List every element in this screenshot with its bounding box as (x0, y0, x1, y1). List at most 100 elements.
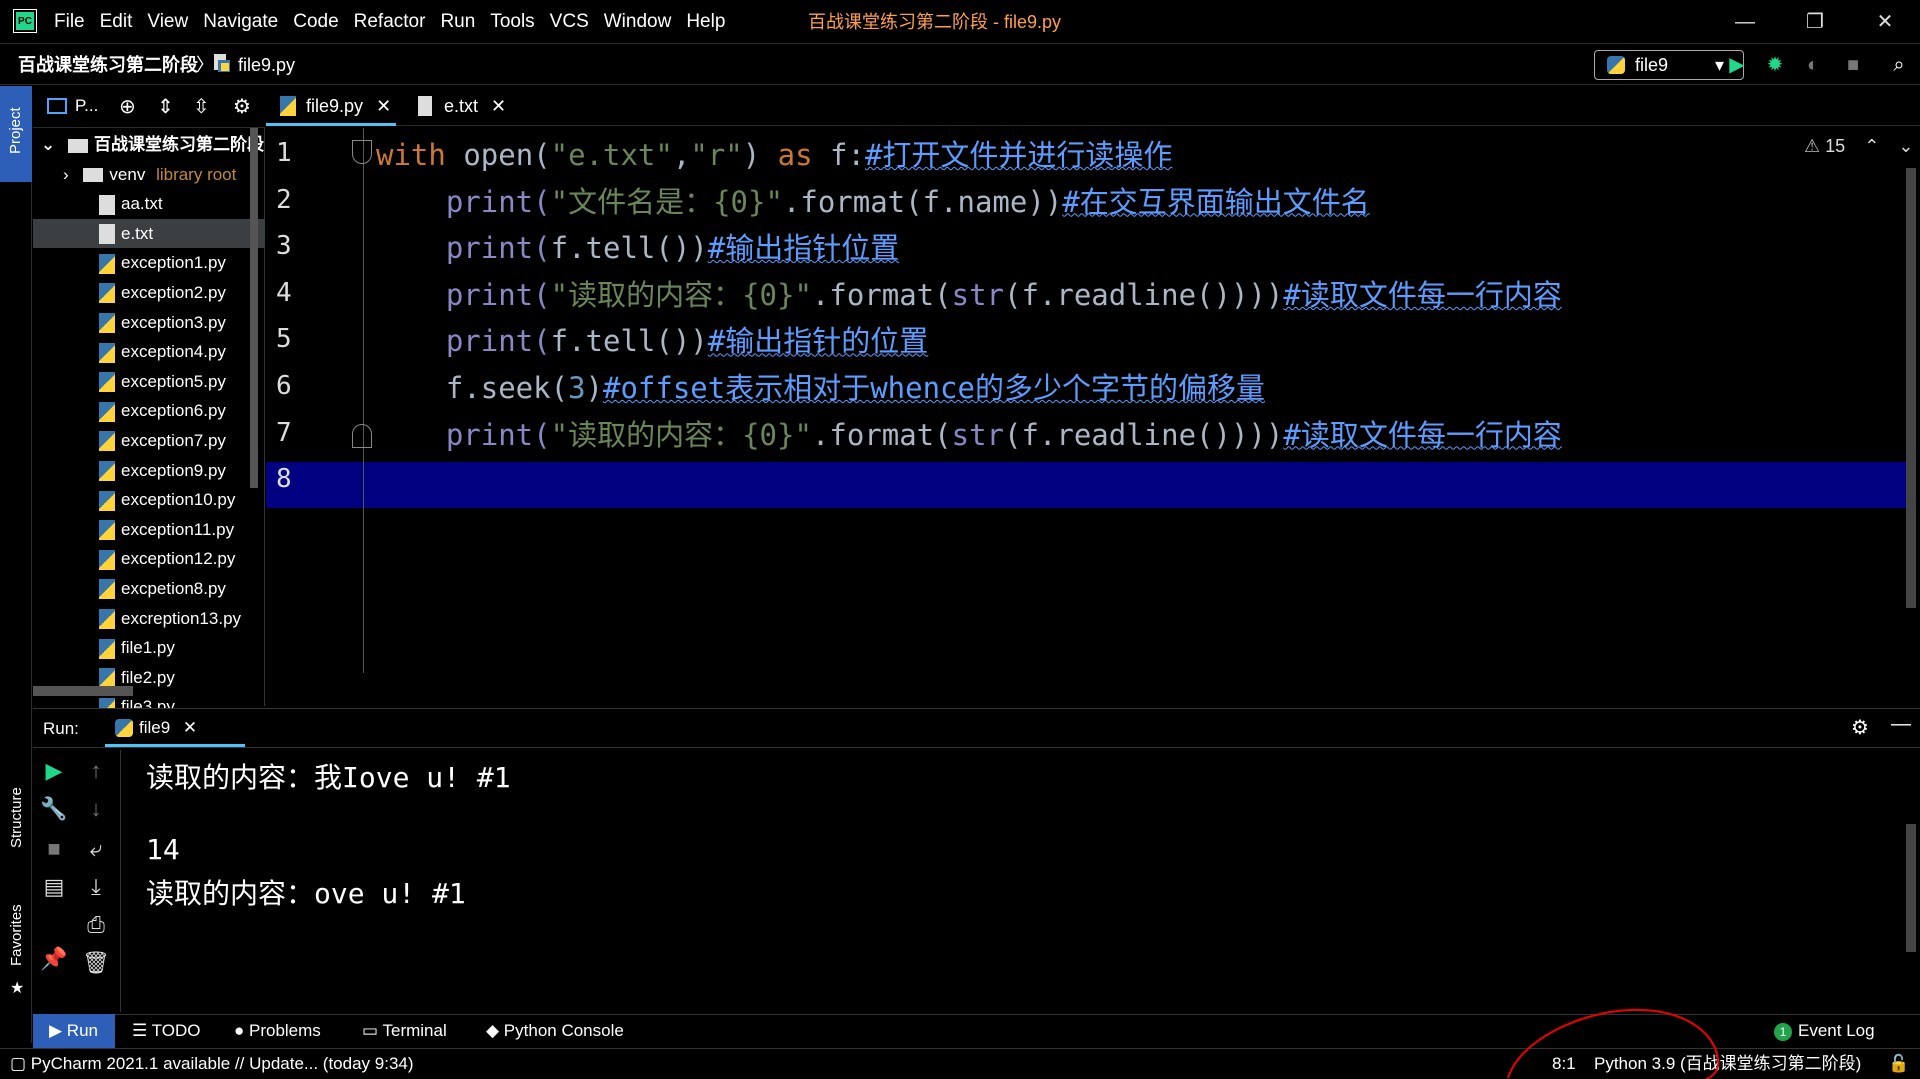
menu-vcs[interactable]: VCS (550, 0, 600, 44)
tree-file[interactable]: file1.py (33, 633, 265, 663)
console-scrollbar[interactable] (1906, 824, 1916, 952)
code-token: "读取的内容：{0}" (550, 277, 812, 312)
layout-icon[interactable]: ▤ (39, 872, 69, 902)
tree-file[interactable]: exception11.py (33, 515, 265, 545)
print-icon[interactable]: ⎙ (81, 910, 111, 940)
menu-code[interactable]: Code (293, 0, 349, 44)
editor-scrollbar[interactable] (1906, 168, 1916, 608)
bottom-tab-run-label: Run (66, 1021, 98, 1040)
bottom-tab-terminal[interactable]: ▭ Terminal (362, 1014, 447, 1048)
run-tab-file9[interactable]: file9 ✕ (105, 709, 245, 747)
code-token: f.tell()) (550, 324, 708, 359)
search-icon[interactable]: ⌕ (1886, 52, 1912, 78)
close-tab-icon[interactable]: ✕ (183, 718, 197, 737)
run-configuration-select[interactable]: file9 ▾ (1594, 50, 1744, 80)
python-file-icon (99, 372, 115, 393)
status-message[interactable]: ▢ PyCharm 2021.1 available // Update... … (10, 1048, 414, 1079)
expand-all-icon[interactable]: ⇕ (157, 94, 174, 119)
main-menu: File Edit View Navigate Code Refactor Ru… (54, 0, 740, 44)
tree-file[interactable]: aa.txt (33, 189, 265, 219)
tree-file[interactable]: excpetion8.py (33, 574, 265, 604)
tree-file[interactable]: exception12.py (33, 544, 265, 574)
project-view-select[interactable]: P... (75, 96, 98, 116)
bottom-tab-todo[interactable]: ☰ TODO (132, 1014, 200, 1048)
menu-window[interactable]: Window (604, 0, 683, 44)
soft-wrap-icon[interactable]: ⤶ (81, 834, 111, 864)
code-line: print("读取的内容：{0}".format(str(f.readline(… (376, 412, 1562, 454)
tree-file[interactable]: exception4.py (33, 337, 265, 367)
hide-panel-icon[interactable]: — (1891, 713, 1911, 736)
code-token: print( (376, 184, 551, 219)
close-tab-icon[interactable]: ✕ (376, 96, 391, 116)
stop-icon[interactable]: ■ (1840, 52, 1866, 78)
run-icon[interactable]: ▶ (1724, 52, 1750, 78)
pycharm-logo-icon[interactable]: PC (14, 10, 36, 32)
minimize-icon[interactable]: — (1710, 0, 1780, 44)
tree-file[interactable]: exception7.py (33, 426, 265, 456)
bottom-tab-python-console[interactable]: ◆ Python Console (486, 1014, 624, 1048)
tab-file9[interactable]: file9.py ✕ (266, 86, 396, 126)
tree-file[interactable]: exception2.py (33, 278, 265, 308)
lock-icon[interactable]: 🔓 (1888, 1048, 1909, 1079)
menu-run[interactable]: Run (440, 0, 486, 44)
tab-etxt[interactable]: e.txt ✕ (404, 86, 514, 126)
breadcrumb-project[interactable]: 百战课堂练习第二阶段 (18, 45, 198, 85)
structure-tab[interactable]: Structure (8, 787, 25, 848)
wrench-icon[interactable]: 🔧 (39, 794, 69, 824)
close-tab-icon[interactable]: ✕ (491, 96, 506, 116)
tree-file[interactable]: exception3.py (33, 308, 265, 338)
tree-file[interactable]: exception6.py (33, 396, 265, 426)
locate-icon[interactable]: ⊕ (119, 94, 136, 119)
menu-file[interactable]: File (54, 0, 96, 44)
tree-file[interactable]: exception9.py (33, 456, 265, 486)
python-file-icon (99, 313, 115, 334)
tree-venv[interactable]: › venv library root (33, 160, 265, 190)
gear-icon[interactable]: ⚙ (1851, 715, 1869, 740)
warning-count: 15 (1825, 136, 1846, 156)
pin-icon[interactable]: 📌 (39, 944, 69, 974)
stop-icon[interactable]: ■ (39, 834, 69, 864)
inspection-widget[interactable]: ⚠ 15 ⌃ ⌄ (1804, 136, 1913, 157)
project-tool-tab[interactable]: Project (0, 86, 32, 182)
scroll-down-icon[interactable]: ↓ (81, 794, 111, 824)
scroll-to-end-icon[interactable]: ⤓ (81, 872, 111, 902)
debug-icon[interactable]: ✹ (1762, 52, 1788, 78)
tree-file[interactable]: exception5.py (33, 367, 265, 397)
python-file-icon (99, 401, 115, 422)
fold-start-icon[interactable] (352, 140, 372, 164)
breadcrumb-file[interactable]: file9.py (238, 45, 295, 85)
chevron-down-icon: ▾ (1715, 55, 1725, 75)
menu-navigate[interactable]: Navigate (203, 0, 289, 44)
gear-icon[interactable]: ⚙ (233, 94, 251, 119)
list-icon: ☰ (132, 1021, 152, 1040)
scroll-up-icon[interactable]: ↑ (81, 756, 111, 786)
chevron-down-icon[interactable]: ⌄ (1898, 136, 1913, 156)
close-window-icon[interactable]: ✕ (1850, 0, 1920, 44)
menu-edit[interactable]: Edit (100, 0, 144, 44)
tree-file[interactable]: exception10.py (33, 485, 265, 515)
bottom-tab-problems[interactable]: ● Problems (234, 1014, 321, 1048)
event-log-button[interactable]: 1 Event Log (1774, 1014, 1875, 1048)
tree-file[interactable]: excreption13.py (33, 604, 265, 634)
tree-vertical-scrollbar[interactable] (250, 128, 258, 488)
text-file-icon (418, 96, 432, 116)
bottom-tab-run[interactable]: ▶ Run (33, 1014, 115, 1048)
tree-file-label: aa.txt (121, 194, 163, 214)
menu-tools[interactable]: Tools (490, 0, 545, 44)
chevron-up-icon[interactable]: ⌃ (1864, 136, 1879, 156)
fold-end-icon[interactable] (352, 424, 372, 448)
restore-icon[interactable]: ❐ (1780, 0, 1850, 44)
tree-root[interactable]: ⌄ 百战课堂练习第二阶段 (33, 130, 265, 160)
menu-view[interactable]: View (147, 0, 199, 44)
tree-file[interactable]: exception1.py (33, 248, 265, 278)
tree-horizontal-scrollbar[interactable] (33, 686, 133, 696)
menu-refactor[interactable]: Refactor (354, 0, 437, 44)
run-panel-header: Run: file9 ✕ ⚙ — (33, 708, 1920, 748)
tree-file[interactable]: e.txt (33, 218, 265, 249)
collapse-all-icon[interactable]: ⇳ (193, 94, 210, 119)
rerun-icon[interactable]: ▶ (39, 756, 69, 786)
trash-icon[interactable]: 🗑 (81, 948, 111, 978)
menu-help[interactable]: Help (686, 0, 736, 44)
favorites-tab[interactable]: Favorites (8, 904, 25, 966)
coverage-icon[interactable]: ◐ (1800, 52, 1826, 78)
